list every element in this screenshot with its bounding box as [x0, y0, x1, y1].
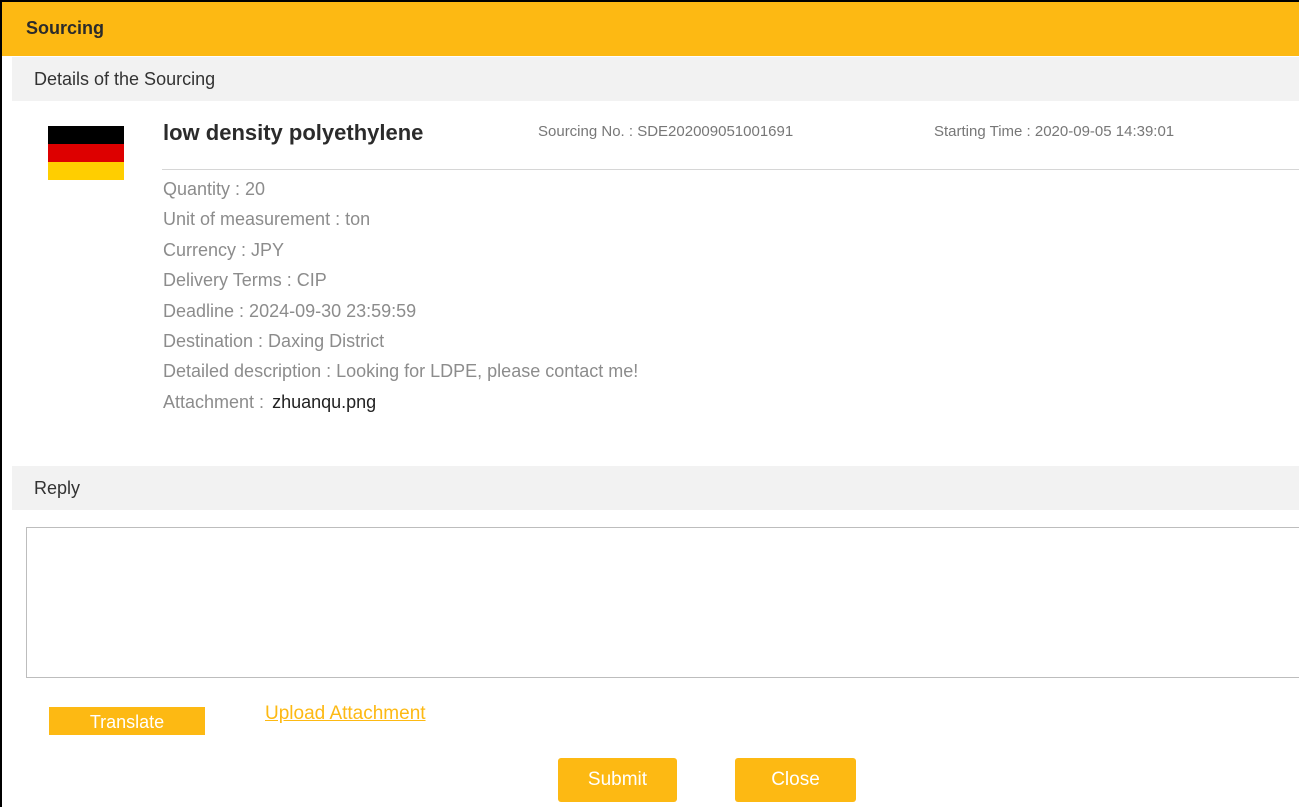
currency-field: Currency : JPY [163, 239, 285, 260]
attachment-field: Attachment : zhuanqu.png [163, 387, 638, 417]
description-field: Detailed description : Looking for LDPE,… [163, 361, 639, 382]
translate-button[interactable]: Translate [49, 707, 205, 735]
reply-section-header: Reply [12, 466, 1299, 510]
deadline-field: Deadline : 2024-09-30 23:59:59 [163, 300, 417, 321]
starting-time: Starting Time : 2020-09-05 14:39:01 [934, 123, 1175, 140]
unit-field: Unit of measurement : ton [163, 209, 371, 230]
title-bar: Sourcing [2, 2, 1299, 56]
sourcing-number: Sourcing No. : SDE202009051001691 [538, 123, 794, 140]
delivery-terms-field: Delivery Terms : CIP [163, 270, 327, 291]
submit-button[interactable]: Submit [558, 758, 677, 802]
quantity-field: Quantity : 20 [163, 179, 266, 199]
reply-section-label: Reply [34, 478, 81, 498]
details-section-label: Details of the Sourcing [34, 69, 216, 89]
product-name: low density polyethylene [163, 120, 424, 145]
germany-flag-icon [48, 126, 124, 180]
attachment-file-link[interactable]: zhuanqu.png [272, 392, 376, 412]
flag-band-black [48, 126, 124, 144]
flag-band-gold [48, 162, 124, 180]
sourcing-dialog: Sourcing Details of the Sourcing low den… [0, 0, 1299, 807]
reply-textarea[interactable] [26, 527, 1299, 678]
details-list: Quantity : 20 Unit of measurement : ton … [163, 174, 638, 417]
flag-band-red [48, 144, 124, 162]
destination-field: Destination : Daxing District [163, 330, 385, 351]
attachment-label: Attachment : [163, 391, 265, 412]
upload-attachment-link[interactable]: Upload Attachment [265, 703, 426, 725]
details-divider [162, 169, 1299, 170]
close-button[interactable]: Close [735, 758, 856, 802]
details-section-header: Details of the Sourcing [12, 57, 1299, 101]
dialog-title: Sourcing [26, 18, 105, 38]
